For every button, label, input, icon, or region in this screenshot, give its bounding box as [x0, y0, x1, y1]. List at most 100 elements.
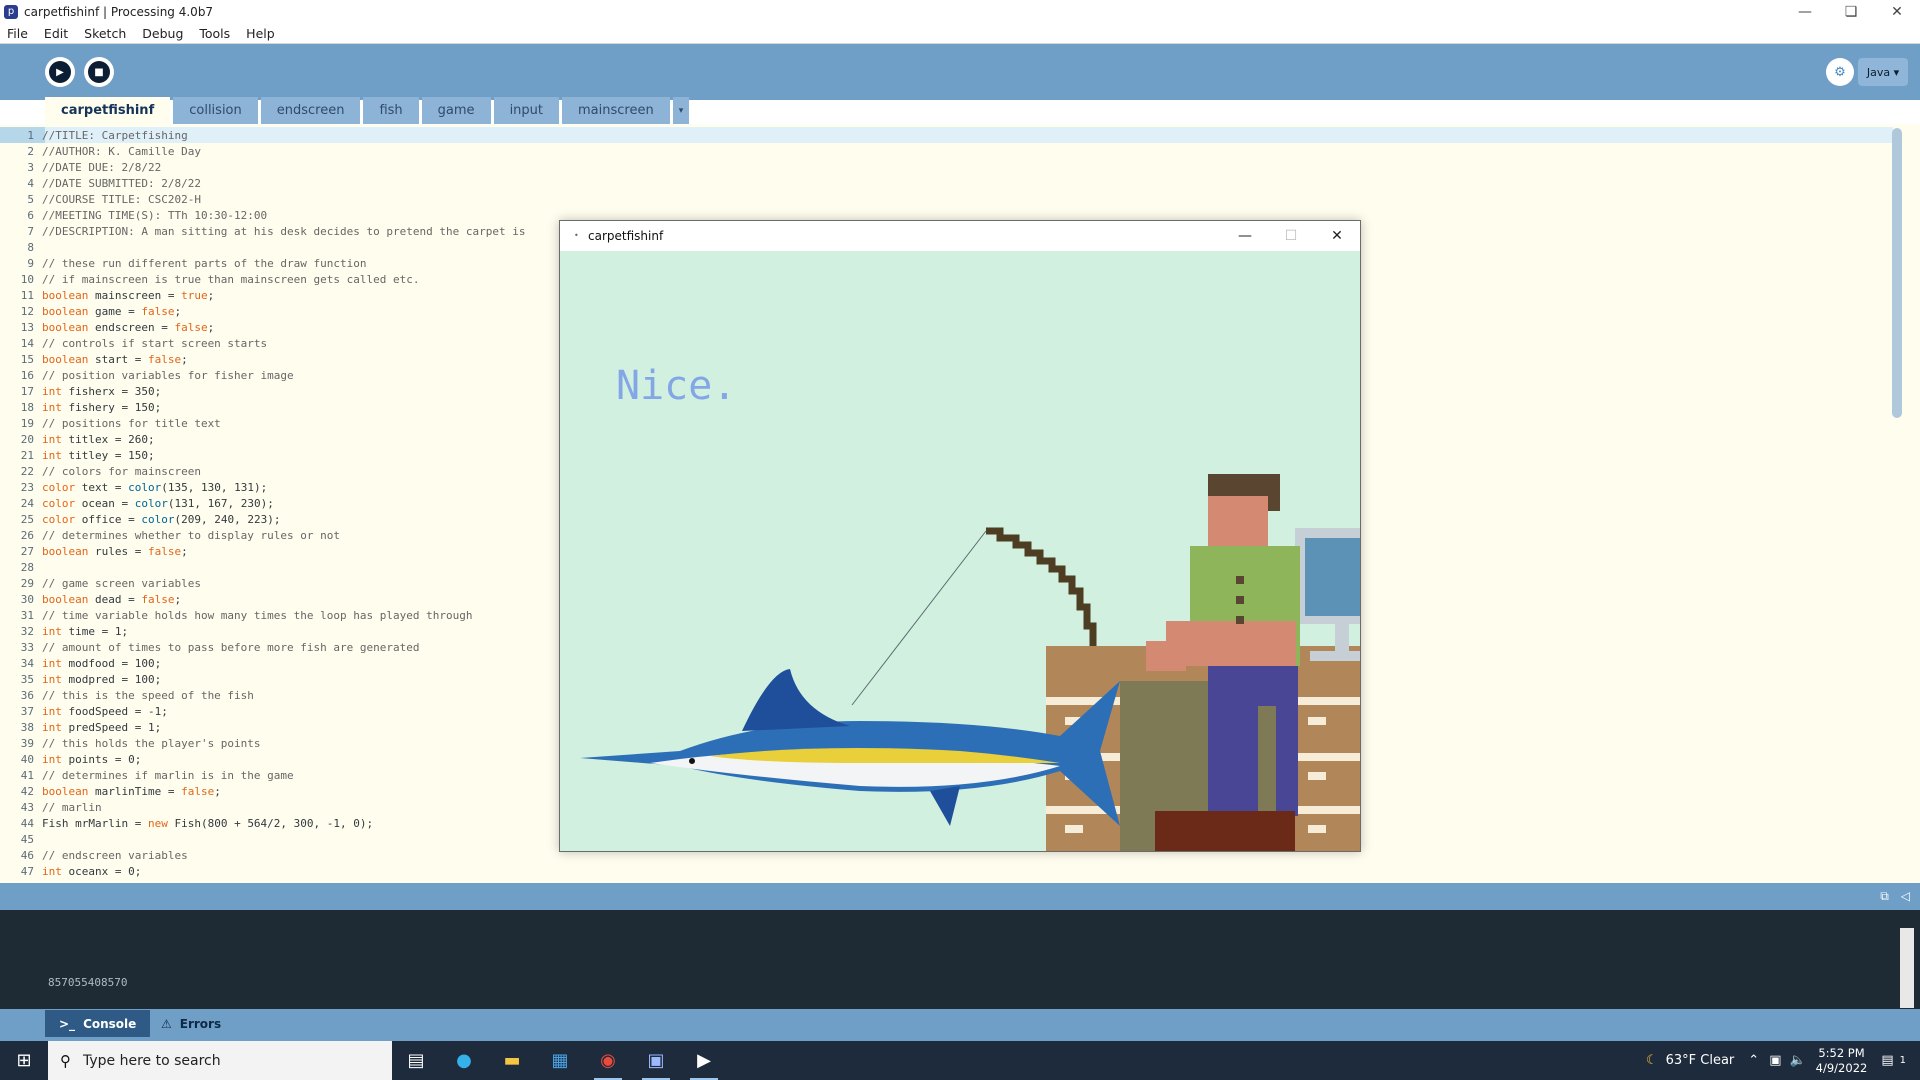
code-text: // these run different parts of the draw… — [42, 257, 367, 270]
tab-collision[interactable]: collision — [173, 97, 258, 124]
sketch-taskbar-button[interactable]: ▶ — [680, 1041, 728, 1080]
line-number: 2 — [27, 145, 34, 158]
maximize-button[interactable]: ❏ — [1828, 0, 1874, 24]
monitor-drawing — [1295, 528, 1360, 661]
code-keyword: boolean — [42, 305, 89, 318]
store-button[interactable]: ▦ — [536, 1041, 584, 1080]
sketch-close-button[interactable]: ✕ — [1314, 221, 1360, 251]
taskbar-search[interactable]: ⚲ Type here to search — [48, 1041, 392, 1080]
code-keyword: int — [42, 865, 62, 878]
code-function: color — [128, 481, 162, 494]
line-number: 9 — [27, 257, 34, 270]
code-text: ; — [181, 545, 188, 558]
line-number: 25 — [20, 513, 34, 526]
errors-tab[interactable]: ⚠ Errors — [147, 1010, 235, 1037]
menu-debug[interactable]: Debug — [134, 26, 191, 41]
line-number: 1 — [27, 129, 34, 142]
line-number: 45 — [20, 833, 34, 846]
tab-fish[interactable]: fish — [363, 97, 419, 124]
menu-sketch[interactable]: Sketch — [76, 26, 134, 41]
line-number: 10 — [20, 273, 34, 286]
code-text: // determines whether to display rules o… — [42, 529, 341, 542]
tab-input[interactable]: input — [493, 97, 560, 124]
code-text: modpred = 100; — [61, 673, 162, 686]
line-number: 36 — [20, 689, 34, 702]
chrome-button[interactable]: ◉ — [584, 1041, 632, 1080]
line-number: 7 — [27, 225, 34, 238]
console-output: 857055408570 — [48, 976, 128, 989]
console-tab[interactable]: >_ Console — [45, 1010, 151, 1037]
line-number: 31 — [20, 609, 34, 622]
code-line: 33 // amount of times to pass before more… — [0, 640, 525, 656]
code-text: (135, 130, 131); — [161, 481, 268, 494]
code-keyword: int — [42, 673, 62, 686]
tab-carpetfishinf[interactable]: carpetfishinf — [45, 97, 171, 124]
code-literal: false — [174, 321, 208, 334]
tab-mainscreen[interactable]: mainscreen — [562, 97, 670, 124]
edge-button[interactable]: ● — [440, 1041, 488, 1080]
line-number: 20 — [20, 433, 34, 446]
tab-game[interactable]: game — [421, 97, 491, 124]
sketch-tabs: carpetfishinf collision endscreen fish g… — [45, 97, 692, 124]
clock[interactable]: 5:52 PM 4/9/2022 — [1816, 1046, 1868, 1076]
window-title: carpetfishinf | Processing 4.0b7 — [24, 5, 214, 19]
stop-button[interactable]: ■ — [84, 57, 114, 87]
debugger-button[interactable]: ⚙ — [1826, 58, 1854, 86]
volume-icon[interactable]: 🔈 — [1789, 1053, 1805, 1068]
processing-taskbar-button[interactable]: ▣ — [632, 1041, 680, 1080]
notification-icon[interactable]: ▤ — [1881, 1053, 1893, 1068]
code-keyword: int — [42, 753, 62, 766]
warning-icon: ⚠ — [161, 1016, 172, 1031]
run-button[interactable]: ▶ — [45, 57, 75, 87]
menu-file[interactable]: File — [0, 26, 36, 41]
start-button[interactable]: ⊞ — [0, 1041, 48, 1080]
code-text: // marlin — [42, 801, 102, 814]
sketch-minimize-button[interactable]: — — [1222, 221, 1268, 251]
mode-selector[interactable]: Java ▾ — [1858, 58, 1908, 86]
code-line: 12 boolean game = false; — [0, 304, 525, 320]
code-keyword: int — [42, 705, 62, 718]
code-keyword: int — [42, 657, 62, 670]
menu-edit[interactable]: Edit — [36, 26, 76, 41]
console-tabs: >_ Console ⚠ Errors — [0, 1009, 1920, 1041]
code-text: mainscreen = — [88, 289, 182, 302]
code-keyword: int — [42, 449, 62, 462]
tabs-menu-button[interactable]: ▾ — [672, 97, 690, 124]
code-text: titley = 150; — [61, 449, 155, 462]
line-number: 38 — [20, 721, 34, 734]
network-icon[interactable]: ▣ — [1769, 1053, 1781, 1068]
minimize-button[interactable]: — — [1782, 0, 1828, 24]
task-view-button[interactable]: ▤ — [392, 1041, 440, 1080]
code-line: 19 // positions for title text — [0, 416, 525, 432]
chrome-icon: ◉ — [600, 1050, 616, 1071]
menu-help[interactable]: Help — [238, 26, 283, 41]
chevron-up-icon[interactable]: ⌃ — [1748, 1053, 1759, 1068]
code-line: 4 //DATE SUBMITTED: 2/8/22 — [0, 176, 525, 192]
line-number: 5 — [27, 193, 34, 206]
close-button[interactable]: ✕ — [1874, 0, 1920, 24]
code-line: 34 int modfood = 100; — [0, 656, 525, 672]
code-keyword: boolean — [42, 321, 89, 334]
line-number: 21 — [20, 449, 34, 462]
code-line: 3 //DATE DUE: 2/8/22 — [0, 160, 525, 176]
weather-text[interactable]: 63°F Clear — [1666, 1053, 1735, 1068]
tab-endscreen[interactable]: endscreen — [260, 97, 361, 124]
console-scrollbar[interactable] — [1900, 928, 1914, 1008]
editor-scrollbar[interactable] — [1892, 128, 1902, 418]
code-lines: 1 //TITLE: Carpetfishing 2 //AUTHOR: K. Cam… — [0, 128, 526, 880]
fishing-rod — [986, 527, 1097, 646]
copy-icon[interactable]: ⧉ — [1880, 889, 1889, 904]
file-explorer-button[interactable]: ▬ — [488, 1041, 536, 1080]
collapse-icon[interactable]: ◁ — [1901, 889, 1910, 904]
code-line: 23 color text = color(135, 130, 131); — [0, 480, 525, 496]
sketch-maximize-button[interactable]: ☐ — [1268, 221, 1314, 251]
code-text: (209, 240, 223); — [174, 513, 281, 526]
sketch-scene — [580, 474, 1360, 851]
marlin-drawing — [580, 669, 1120, 826]
sketch-canvas[interactable]: Nice. — [560, 251, 1360, 851]
code-line: 2 //AUTHOR: K. Camille Day — [0, 144, 525, 160]
code-text: Fish mrMarlin = — [42, 817, 148, 830]
play-icon: ▶ — [697, 1050, 711, 1071]
menu-tools[interactable]: Tools — [191, 26, 238, 41]
code-line: 46 // endscreen variables — [0, 848, 525, 864]
